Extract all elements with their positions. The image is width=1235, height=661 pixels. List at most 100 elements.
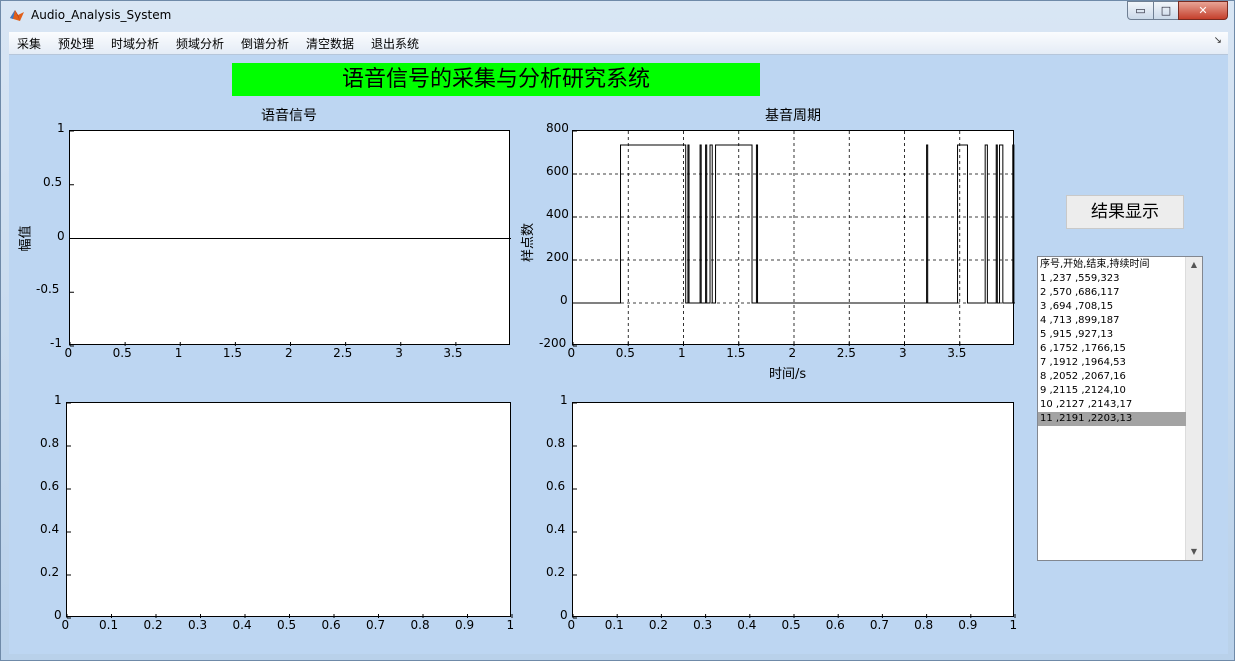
title-bar[interactable]: Audio_Analysis_System ▭ □ ✕ [1, 1, 1234, 31]
close-button[interactable]: ✕ [1178, 1, 1228, 20]
pitch-period-xlabel: 时间/s [769, 367, 807, 382]
matlab-icon [10, 10, 24, 21]
x-tick-label: 0 [567, 618, 576, 632]
y-tick-label: 0.6 [546, 479, 566, 493]
x-tick-label: 0.3 [188, 618, 208, 632]
menu-bar: 采集 预处理 时域分析 频域分析 倒谱分析 清空数据 退出系统 ↘ [9, 32, 1228, 55]
menu-cepstrum[interactable]: 倒谱分析 [241, 35, 289, 52]
results-list-item[interactable]: 4 ,713 ,899,187 [1038, 314, 1186, 328]
y-tick-label: 0.8 [546, 436, 566, 450]
x-tick-label: 0.5 [277, 618, 297, 632]
results-list-item[interactable]: 9 ,2115 ,2124,10 [1038, 384, 1186, 398]
plot-canvas [572, 402, 1016, 619]
listbox-scrollbar[interactable]: ▲ ▼ [1185, 257, 1202, 560]
empty-axes-bottom-right[interactable] [572, 402, 1016, 619]
x-tick-label: 1 [174, 346, 183, 360]
menu-time-domain[interactable]: 时域分析 [111, 35, 159, 52]
x-tick-label: 0.2 [143, 618, 163, 632]
x-tick-label: 0.6 [825, 618, 845, 632]
results-listbox[interactable]: ▲ ▼ 序号,开始,结束,持续时间 1 ,237 ,559,323 2 ,570 ,… [1037, 256, 1203, 561]
maximize-button[interactable]: □ [1153, 1, 1179, 20]
x-tick-label: 1 [506, 618, 515, 632]
results-list-item[interactable]: 5 ,915 ,927,13 [1038, 328, 1186, 342]
x-tick-label: 0.1 [604, 618, 624, 632]
x-tick-label: 3.5 [443, 346, 463, 360]
x-tick-label: 3 [899, 346, 907, 360]
y-tick-label: 600 [546, 164, 569, 178]
x-tick-label: 2.5 [333, 346, 353, 360]
results-list-item[interactable]: 8 ,2052 ,2067,16 [1038, 370, 1186, 384]
x-tick-label: 3.5 [947, 346, 967, 360]
results-list-item[interactable]: 序号,开始,结束,持续时间 [1038, 258, 1186, 272]
y-tick-label: 0 [54, 608, 62, 622]
results-list-item[interactable]: 11 ,2191 ,2203,13 [1038, 412, 1186, 426]
x-tick-label: 0.4 [232, 618, 252, 632]
y-tick-label: 0.8 [40, 436, 60, 450]
x-tick-label: 1 [1009, 618, 1018, 632]
menu-clear-data[interactable]: 清空数据 [306, 35, 354, 52]
y-tick-label: 0.4 [546, 522, 566, 536]
results-list-item[interactable]: 1 ,237 ,559,323 [1038, 272, 1186, 286]
pitch-period-title: 基音周期 [765, 108, 821, 124]
x-tick-label: 0.7 [869, 618, 889, 632]
y-tick-label: 0.4 [40, 522, 60, 536]
plot-canvas [66, 402, 513, 619]
x-tick-label: 0.9 [958, 618, 978, 632]
pitch-period-axes[interactable] [572, 130, 1015, 347]
y-tick-label: 0.2 [40, 565, 60, 579]
x-tick-label: 0.6 [321, 618, 341, 632]
plot-canvas [572, 130, 1015, 347]
x-tick-label: 2.5 [836, 346, 856, 360]
y-tick-label: 200 [546, 250, 569, 264]
pitch-period-ylabel: 样点数 [521, 222, 537, 263]
menu-acquire[interactable]: 采集 [17, 35, 41, 52]
y-tick-label: 0.6 [40, 479, 60, 493]
y-tick-label: 1 [57, 121, 65, 135]
window-title: Audio_Analysis_System [31, 8, 172, 22]
x-tick-label: 0.5 [781, 618, 801, 632]
x-tick-label: 0 [64, 346, 73, 360]
app-window: Audio_Analysis_System ▭ □ ✕ 采集 预处理 时域分析 … [0, 0, 1235, 661]
scroll-down-icon[interactable]: ▼ [1186, 544, 1202, 560]
x-tick-label: 1.5 [726, 346, 746, 360]
show-results-button[interactable]: 结果显示 [1066, 195, 1184, 229]
x-tick-label: 0.7 [366, 618, 386, 632]
x-tick-label: 0.2 [648, 618, 668, 632]
speech-signal-title: 语音信号 [261, 108, 317, 124]
menu-preprocess[interactable]: 预处理 [58, 35, 94, 52]
y-tick-label: 800 [546, 121, 569, 135]
empty-axes-bottom-left[interactable] [66, 402, 513, 619]
menu-freq-domain[interactable]: 频域分析 [176, 35, 224, 52]
y-tick-label: 0 [57, 228, 65, 243]
y-tick-label: -0.5 [36, 282, 60, 297]
y-tick-label: 0 [560, 293, 568, 307]
x-tick-label: 0.4 [737, 618, 757, 632]
x-tick-label: 2 [788, 346, 797, 360]
menu-exit[interactable]: 退出系统 [371, 35, 419, 52]
y-tick-label: -1 [50, 336, 62, 350]
x-tick-label: 0.3 [693, 618, 713, 632]
scroll-up-icon[interactable]: ▲ [1186, 257, 1202, 273]
x-tick-label: 2 [285, 346, 293, 360]
x-tick-label: 0.8 [410, 618, 430, 632]
x-tick-label: 1 [678, 346, 686, 360]
results-list-item[interactable]: 2 ,570 ,686,117 [1038, 286, 1186, 300]
results-list-item[interactable]: 3 ,694 ,708,15 [1038, 300, 1186, 314]
speech-signal-axes[interactable] [69, 130, 511, 347]
x-tick-label: 0.5 [615, 346, 635, 360]
y-tick-label: 0.2 [546, 565, 566, 579]
results-list-item[interactable]: 6 ,1752 ,1766,15 [1038, 342, 1186, 356]
toolbar-dock-icon[interactable]: ↘ [1214, 35, 1222, 46]
speech-signal-ylabel: 幅值 [18, 225, 34, 252]
system-banner: 语音信号的采集与分析研究系统 [232, 63, 760, 96]
x-tick-label: 0 [61, 618, 70, 632]
y-tick-label: 1 [560, 393, 568, 407]
x-tick-label: 3 [395, 346, 403, 360]
plot-canvas [69, 130, 511, 347]
minimize-button[interactable]: ▭ [1127, 1, 1154, 20]
results-list-item[interactable]: 7 ,1912 ,1964,53 [1038, 356, 1186, 370]
x-tick-label: 0.8 [914, 618, 934, 632]
results-list-item[interactable]: 10 ,2127 ,2143,17 [1038, 398, 1186, 412]
y-tick-label: 1 [54, 393, 62, 407]
y-tick-label: 0 [560, 608, 568, 622]
